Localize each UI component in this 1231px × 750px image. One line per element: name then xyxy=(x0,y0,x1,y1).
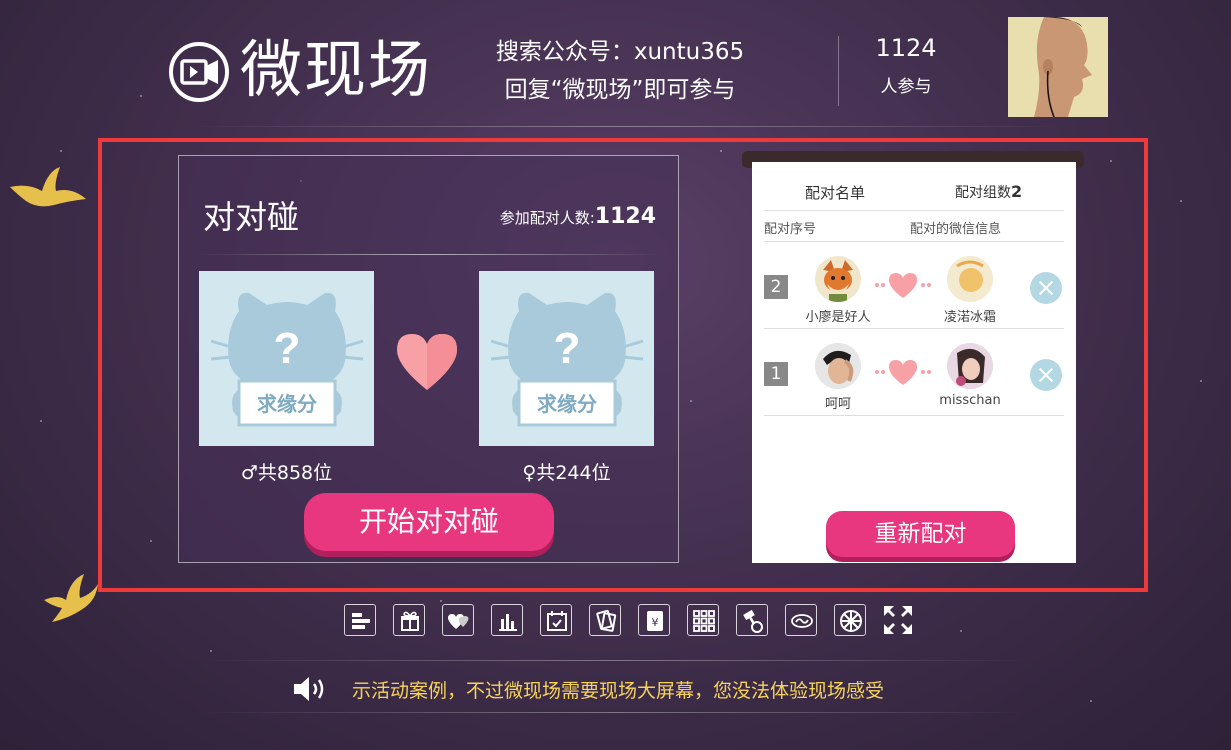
user-name: 小廖是好人 xyxy=(805,310,871,325)
pair-number: 1 xyxy=(764,362,788,386)
female-count: ♀共244位 xyxy=(522,462,611,484)
header-divider xyxy=(838,36,839,106)
user-name: 呵呵 xyxy=(824,397,851,412)
pair-list-title: 配对名单 xyxy=(805,184,866,202)
cards-icon[interactable] xyxy=(589,604,621,636)
gift-icon[interactable] xyxy=(393,604,425,636)
search-instruction: 搜索公众号：xuntu365 xyxy=(495,39,745,65)
calendar-icon[interactable] xyxy=(540,604,572,636)
hammer-icon[interactable] xyxy=(736,604,768,636)
user-avatar xyxy=(947,256,993,302)
remove-pair-button[interactable] xyxy=(1030,359,1062,391)
male-match-card: ? 求缘分 xyxy=(199,271,374,446)
pair-number: 2 xyxy=(764,275,788,299)
participant-count: 1124 xyxy=(875,34,937,62)
card-text: 求缘分 xyxy=(257,392,317,416)
card-text: 求缘分 xyxy=(537,392,597,416)
heart-icon xyxy=(397,334,457,390)
list-divider xyxy=(764,328,1064,329)
user-avatar xyxy=(815,256,861,302)
participant-label: 人参与 xyxy=(880,77,932,97)
svg-text:?: ? xyxy=(554,324,581,373)
female-match-card: ? 求缘分 xyxy=(479,271,654,446)
rematch-button[interactable]: 重新配对 xyxy=(826,511,1015,557)
svg-text:¥: ¥ xyxy=(652,616,659,629)
list-divider xyxy=(764,415,1064,416)
chart-icon[interactable] xyxy=(491,604,523,636)
wheel-icon[interactable] xyxy=(834,604,866,636)
column-header-number: 配对序号 xyxy=(764,222,817,237)
grid-icon[interactable] xyxy=(687,604,719,636)
reply-instruction: 回复“微现场”即可参与 xyxy=(504,77,736,103)
fullscreen-icon[interactable] xyxy=(882,604,914,636)
ranking-icon[interactable] xyxy=(344,604,376,636)
remove-pair-button[interactable] xyxy=(1030,272,1062,304)
user-avatar xyxy=(815,343,861,389)
user-name: 凌渃冰霜 xyxy=(943,310,996,325)
camera-logo-icon xyxy=(169,42,229,102)
cat-placeholder-icon: ? 求缘分 xyxy=(490,292,644,427)
host-avatar xyxy=(1008,17,1108,117)
golden-bird-icon xyxy=(10,167,86,207)
golden-bird-icon xyxy=(44,574,98,622)
game-title: 对对碰 xyxy=(203,198,300,236)
list-divider xyxy=(764,210,1064,211)
footer-rule xyxy=(200,660,1030,661)
cat-placeholder-icon: ? 求缘分 xyxy=(210,292,364,427)
mini-heart-icon xyxy=(875,273,931,298)
brand-icon[interactable] xyxy=(785,604,817,636)
start-match-button[interactable]: 开始对对碰 xyxy=(304,493,554,551)
pair-groups: 配对组数2 xyxy=(955,182,1022,202)
list-divider xyxy=(764,241,1064,242)
participants-count: 参加配对人数:1124 xyxy=(480,204,656,229)
money-icon[interactable]: ¥ xyxy=(638,604,670,636)
user-name: misschan xyxy=(939,393,1001,408)
speaker-icon[interactable] xyxy=(292,675,328,703)
app-logo-text: 微现场 xyxy=(240,33,433,106)
participants-count-value: 1124 xyxy=(594,204,656,229)
pair-groups-label: 配对组数 xyxy=(955,185,1011,201)
panel-rule xyxy=(200,254,658,255)
male-count: ♂共858位 xyxy=(240,462,333,484)
footer-rule xyxy=(200,712,1030,713)
header-rule xyxy=(190,126,1060,127)
participants-count-label: 参加配对人数: xyxy=(499,209,595,227)
column-header-info: 配对的微信信息 xyxy=(910,222,1002,237)
user-avatar xyxy=(947,343,993,389)
hearts-icon[interactable] xyxy=(442,604,474,636)
announcement-marquee: 示活动案例，不过微现场需要现场大屏幕，您没法体验现场感受 xyxy=(352,680,885,702)
pair-groups-value: 2 xyxy=(1011,182,1023,201)
mini-heart-icon xyxy=(875,360,931,385)
svg-text:?: ? xyxy=(274,324,301,373)
